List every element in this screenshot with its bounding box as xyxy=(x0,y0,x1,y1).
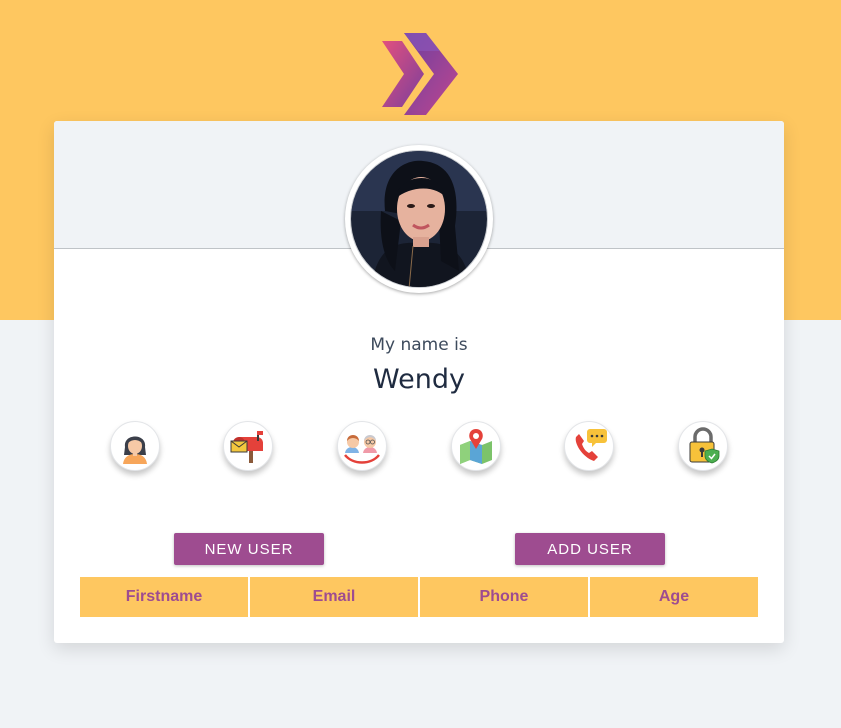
column-header-age: Age xyxy=(590,577,758,617)
map-pin-icon[interactable] xyxy=(451,421,501,471)
padlock-icon[interactable] xyxy=(678,421,728,471)
person-icon[interactable] xyxy=(110,421,160,471)
avatar xyxy=(345,145,493,293)
user-photo xyxy=(350,150,488,288)
column-header-email: Email xyxy=(250,577,420,617)
phone-chat-icon[interactable] xyxy=(564,421,614,471)
double-chevron-logo-icon xyxy=(382,33,458,115)
profile-card: My name is Wendy NEW USER ADD USER First… xyxy=(54,121,784,643)
age-faces-icon[interactable] xyxy=(337,421,387,471)
mailbox-icon[interactable] xyxy=(223,421,273,471)
column-header-phone: Phone xyxy=(420,577,590,617)
add-user-button[interactable]: ADD USER xyxy=(515,533,665,565)
column-header-firstname: Firstname xyxy=(80,577,250,617)
users-table-header: Firstname Email Phone Age xyxy=(80,577,758,617)
profile-title: My name is xyxy=(370,335,468,355)
profile-value: Wendy xyxy=(373,364,465,395)
new-user-button[interactable]: NEW USER xyxy=(174,533,324,565)
